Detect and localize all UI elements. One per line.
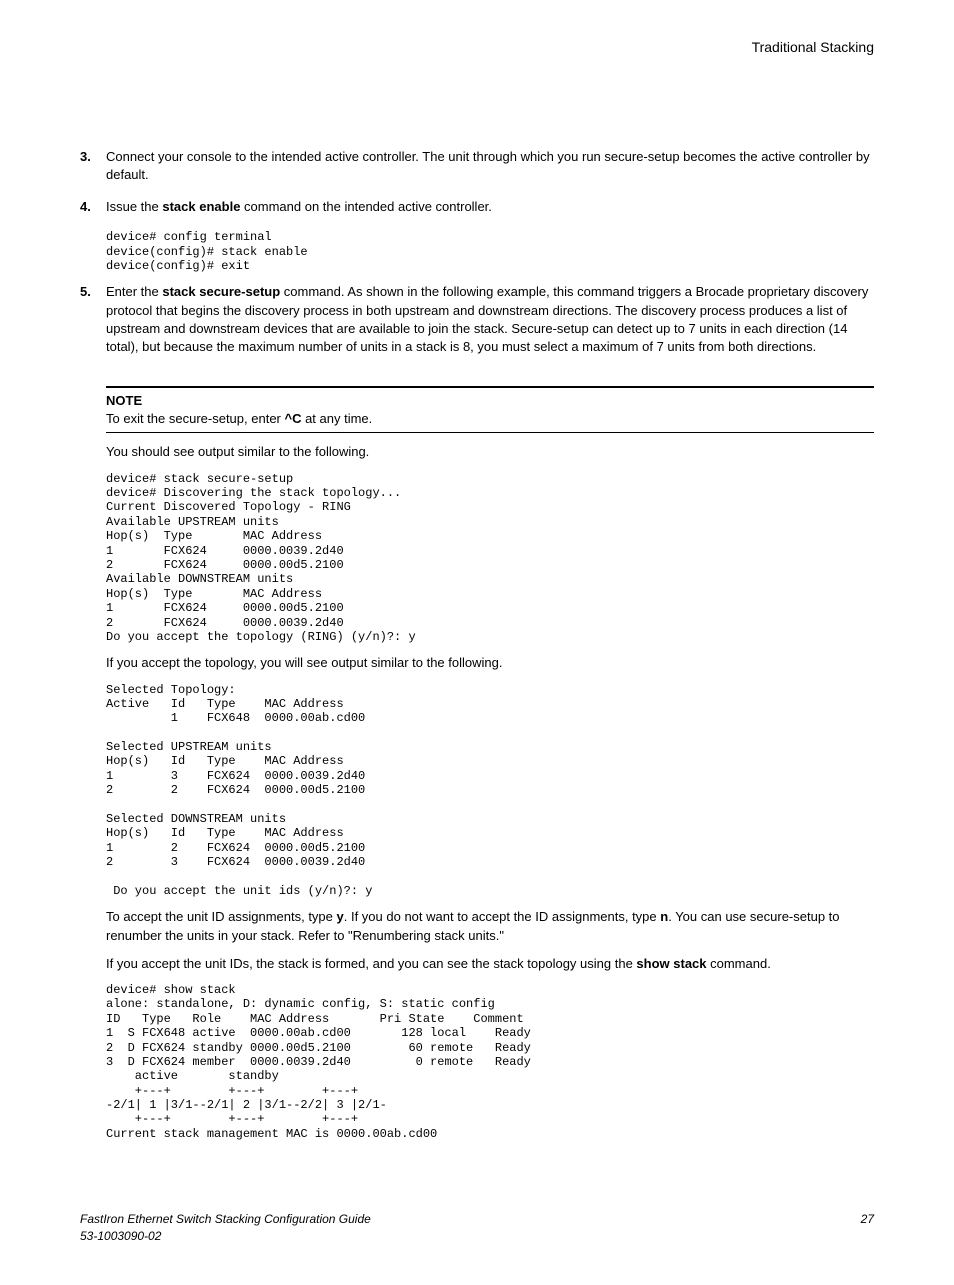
- paragraph-3: To accept the unit ID assignments, type …: [106, 908, 874, 944]
- paragraph-4: If you accept the unit IDs, the stack is…: [106, 955, 874, 973]
- step-list-cont: 5. Enter the stack secure-setup command.…: [80, 283, 874, 356]
- paragraph-2: If you accept the topology, you will see…: [106, 654, 874, 672]
- code-block-2: device# stack secure-setup device# Disco…: [106, 472, 874, 645]
- step-number: 3.: [80, 148, 106, 184]
- step-list: 3. Connect your console to the intended …: [80, 148, 874, 217]
- page-header-right: Traditional Stacking: [80, 38, 874, 58]
- code-block-1: device# config terminal device(config)# …: [106, 230, 874, 273]
- step-text: Connect your console to the intended act…: [106, 148, 874, 184]
- paragraph-1: You should see output similar to the fol…: [106, 443, 874, 461]
- note-text-a: To exit the secure-setup, enter: [106, 411, 284, 426]
- code-block-4: device# show stack alone: standalone, D:…: [106, 983, 874, 1141]
- p4b: show stack: [636, 956, 706, 971]
- step-5: 5. Enter the stack secure-setup command.…: [80, 283, 874, 356]
- footer-docnum: 53-1003090-02: [80, 1228, 371, 1245]
- note-box: NOTE To exit the secure-setup, enter ^C …: [106, 386, 874, 433]
- footer-page-number: 27: [861, 1211, 874, 1245]
- footer-left: FastIron Ethernet Switch Stacking Config…: [80, 1211, 371, 1245]
- page-footer: FastIron Ethernet Switch Stacking Config…: [80, 1211, 874, 1245]
- text-b: command on the intended active controlle…: [240, 199, 491, 214]
- p4a: If you accept the unit IDs, the stack is…: [106, 956, 636, 971]
- p3a: To accept the unit ID assignments, type: [106, 909, 337, 924]
- footer-title: FastIron Ethernet Switch Stacking Config…: [80, 1211, 371, 1228]
- p3b: y: [337, 909, 344, 924]
- text-a: Enter the: [106, 284, 162, 299]
- note-text: To exit the secure-setup, enter ^C at an…: [106, 410, 874, 428]
- step-text: Enter the stack secure-setup command. As…: [106, 283, 874, 356]
- note-text-b: at any time.: [301, 411, 372, 426]
- p4c: command.: [707, 956, 771, 971]
- bold-command: stack enable: [162, 199, 240, 214]
- p3c: . If you do not want to accept the ID as…: [344, 909, 661, 924]
- step-number: 4.: [80, 198, 106, 216]
- bold-command: stack secure-setup: [162, 284, 280, 299]
- note-label: NOTE: [106, 392, 874, 410]
- step-number: 5.: [80, 283, 106, 356]
- step-text: Issue the stack enable command on the in…: [106, 198, 874, 216]
- step-3: 3. Connect your console to the intended …: [80, 148, 874, 184]
- step-4: 4. Issue the stack enable command on the…: [80, 198, 874, 216]
- text-a: Issue the: [106, 199, 162, 214]
- code-block-3: Selected Topology: Active Id Type MAC Ad…: [106, 683, 874, 899]
- note-bold: ^C: [284, 411, 301, 426]
